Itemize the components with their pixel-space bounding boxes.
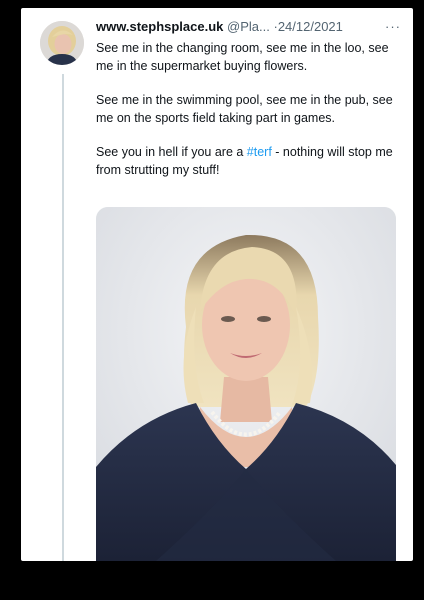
tweet-date[interactable]: 24/12/2021 [278, 19, 343, 34]
thread-line [62, 74, 64, 561]
tweet-photo[interactable] [96, 207, 396, 561]
avatar[interactable] [40, 21, 84, 65]
tweet-card[interactable]: www.stephsplace.uk @Pla... ·24/12/2021 ·… [21, 8, 413, 561]
user-handle[interactable]: @Pla... [227, 19, 270, 34]
tweet-header: www.stephsplace.uk @Pla... ·24/12/2021 [96, 17, 405, 37]
tweet-paragraph: See me in the changing room, see me in t… [96, 41, 389, 73]
tweet-paragraph: See me in the swimming pool, see me in t… [96, 93, 393, 125]
more-options-icon[interactable]: ··· [385, 17, 401, 37]
hashtag-link[interactable]: #terf [247, 145, 272, 159]
tweet-paragraph: See you in hell if you are a #terf - not… [96, 143, 396, 179]
tweet-text: See me in the changing room, see me in t… [96, 39, 396, 195]
paragraph-text: See you in hell if you are a [96, 145, 247, 159]
display-name[interactable]: www.stephsplace.uk [96, 19, 223, 34]
